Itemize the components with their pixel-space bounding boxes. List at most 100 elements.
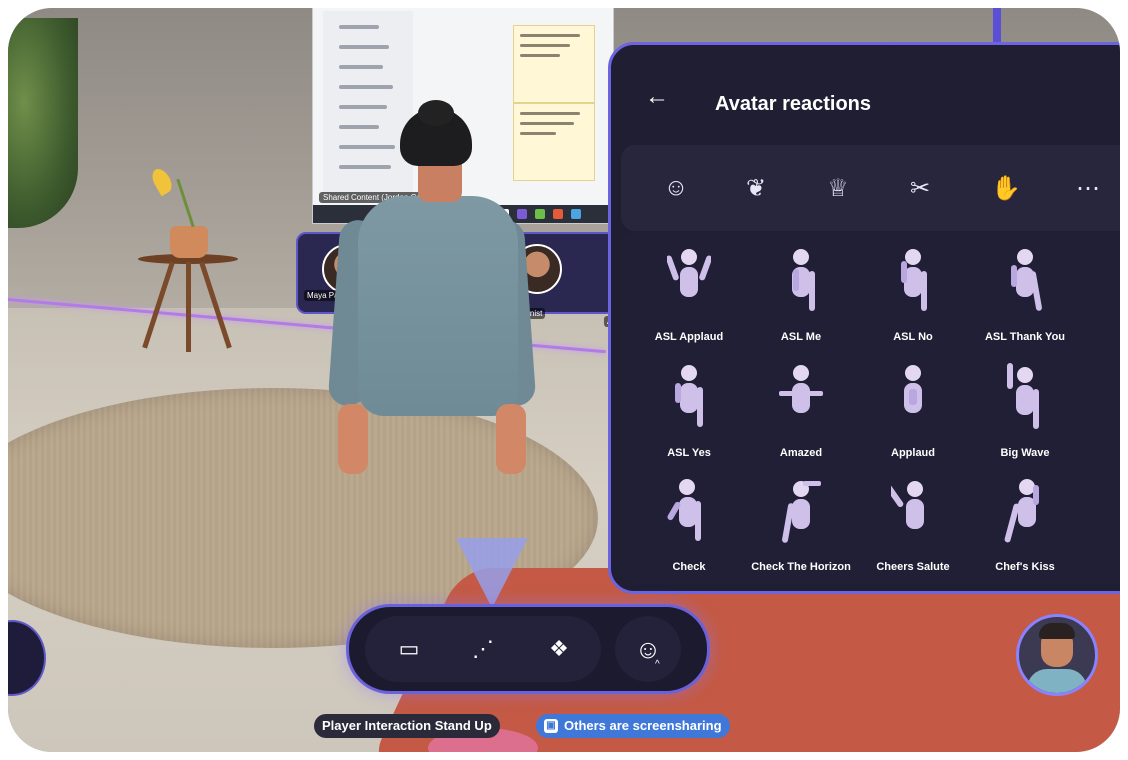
objects-icon[interactable]: ❖: [539, 629, 579, 669]
avatar-reactions-panel: ← Avatar reactions ☺ ❦ ♕ ✂ ✋ ⋯ ASL Appla…: [608, 42, 1120, 594]
avatar-pose-figure: [1115, 477, 1120, 553]
app-icon: [517, 209, 527, 219]
reaction-chefs-kiss[interactable]: Chef's Kiss: [969, 473, 1081, 585]
avatar-pose-figure: [1007, 363, 1039, 429]
smiley-icon[interactable]: ☺: [657, 169, 695, 207]
text-line: [520, 54, 560, 57]
avatar-pose-figure: [675, 365, 703, 427]
reaction-asl-no[interactable]: ASL No: [857, 243, 969, 355]
reaction-amazed[interactable]: Amazed: [745, 359, 857, 471]
reaction-asl-thank-you[interactable]: ASL Thank You: [969, 243, 1081, 355]
flower-pot: [170, 226, 208, 258]
avatar-pose-figure: [1115, 247, 1120, 323]
bottom-toolbar: ▭ ⋰ ❖ ☺ ^: [346, 604, 710, 694]
toolbar-button-group: ▭ ⋰ ❖: [365, 616, 601, 682]
text-line: [339, 65, 383, 69]
reaction-check-the-horizon[interactable]: Check The Horizon: [745, 473, 857, 585]
reaction-applaud[interactable]: Applaud: [857, 359, 969, 471]
reaction-label: Check The Horizon: [751, 561, 851, 573]
text-line: [339, 85, 393, 89]
avatar-shirt: [1027, 669, 1087, 693]
avatar-pose-figure: [901, 249, 927, 311]
screen-icon[interactable]: ▭: [389, 629, 429, 669]
arrow-left-icon[interactable]: ←: [645, 85, 675, 109]
avatar-hair-bun: [418, 100, 454, 126]
position-marker: [456, 538, 528, 608]
avatar-pose-figure: [891, 481, 924, 529]
text-line: [520, 112, 580, 115]
reaction-label: Cheers Salute: [876, 561, 950, 573]
avatar-pose-figure: [779, 365, 823, 413]
text-line: [339, 25, 379, 29]
reaction-label: A: [1081, 331, 1120, 343]
avatar-hand: [496, 404, 526, 474]
reaction-label: Check: [672, 561, 706, 573]
text-line: [339, 125, 379, 129]
reaction-label: ASL Applaud: [654, 331, 724, 343]
avatar-pose-figure: [904, 365, 922, 413]
trophy-icon[interactable]: ♕: [819, 169, 857, 207]
reaction-label: ASL Yes: [667, 447, 711, 459]
reaction-asl-me[interactable]: ASL Me: [745, 243, 857, 355]
reaction-partial-c[interactable]: C: [1081, 359, 1120, 471]
text-line: [339, 45, 389, 49]
reaction-label: ASL Thank You: [984, 331, 1066, 343]
text-line: [520, 122, 574, 125]
avatar-neck: [418, 162, 462, 202]
emoji-icon[interactable]: ☺: [615, 616, 681, 682]
reaction-label: Amazed: [779, 447, 823, 459]
immersive-space-view: Shared Content (Jordan Carter) Maya Pate…: [8, 8, 1120, 752]
avatar-hand: [338, 404, 368, 474]
chevron-up-icon: ^: [655, 659, 660, 670]
board-sidebar: [323, 11, 413, 201]
reaction-partial-cl[interactable]: Cl: [1081, 473, 1120, 585]
garden-window: [8, 18, 78, 228]
avatar-body: [358, 196, 518, 416]
text-line: [520, 132, 556, 135]
reaction-big-wave[interactable]: Big Wave: [969, 359, 1081, 471]
text-line: [339, 145, 395, 149]
avatar-pose-figure: [667, 249, 711, 297]
avatar-pose-figure: [1115, 363, 1120, 439]
screenshare-icon: ▣: [544, 719, 558, 733]
avatar-pose-figure: [782, 481, 821, 543]
reaction-check[interactable]: Check: [633, 473, 745, 585]
note-card: [513, 103, 595, 181]
reaction-cheers-salute[interactable]: Cheers Salute: [857, 473, 969, 585]
more-icon[interactable]: ⋯: [1069, 169, 1107, 207]
seating-icon[interactable]: ⋰: [463, 629, 503, 669]
screenshare-label: Others are screensharing: [564, 718, 722, 733]
reaction-partial-a[interactable]: A: [1081, 243, 1120, 355]
avatar-pose-figure: [667, 479, 701, 541]
panel-title: Avatar reactions: [715, 93, 871, 115]
text-line: [520, 34, 580, 37]
reaction-label: Big Wave: [1000, 447, 1050, 459]
self-avatar-button[interactable]: [1016, 614, 1098, 696]
app-icon: [535, 209, 545, 219]
reaction-label: ASL Me: [780, 331, 822, 343]
avatar-hair: [1039, 623, 1075, 639]
reaction-label: C: [1081, 447, 1120, 459]
reaction-asl-applaud[interactable]: ASL Applaud: [633, 243, 745, 355]
avatar-pose-figure: [1004, 479, 1039, 543]
app-icon: [571, 209, 581, 219]
reaction-label: ASL No: [893, 331, 933, 343]
text-line: [339, 105, 387, 109]
panel-header: ← Avatar reactions: [611, 45, 1120, 145]
table-leg: [186, 262, 191, 352]
text-line: [339, 165, 391, 169]
reaction-asl-yes[interactable]: ASL Yes: [633, 359, 745, 471]
screenshare-status-badge[interactable]: ▣ Others are screensharing: [536, 714, 730, 738]
avatar-pose-figure: [1011, 249, 1042, 311]
reactions-grid: ASL Applaud ASL Me ASL No ASL Thank You …: [621, 233, 1120, 583]
reaction-label: Chef's Kiss: [995, 561, 1055, 573]
hands-heart-icon[interactable]: ❦: [737, 169, 775, 207]
shared-screen-board[interactable]: Shared Content (Jordan Carter): [312, 8, 614, 224]
text-line: [520, 44, 570, 47]
reaction-category-tabs: ☺ ❦ ♕ ✂ ✋ ⋯: [621, 145, 1120, 231]
dance-icon[interactable]: ✂: [901, 169, 939, 207]
app-icon: [553, 209, 563, 219]
reaction-label: Cl: [1081, 561, 1120, 573]
note-card: [513, 25, 595, 103]
hand-wave-icon[interactable]: ✋: [987, 169, 1025, 207]
